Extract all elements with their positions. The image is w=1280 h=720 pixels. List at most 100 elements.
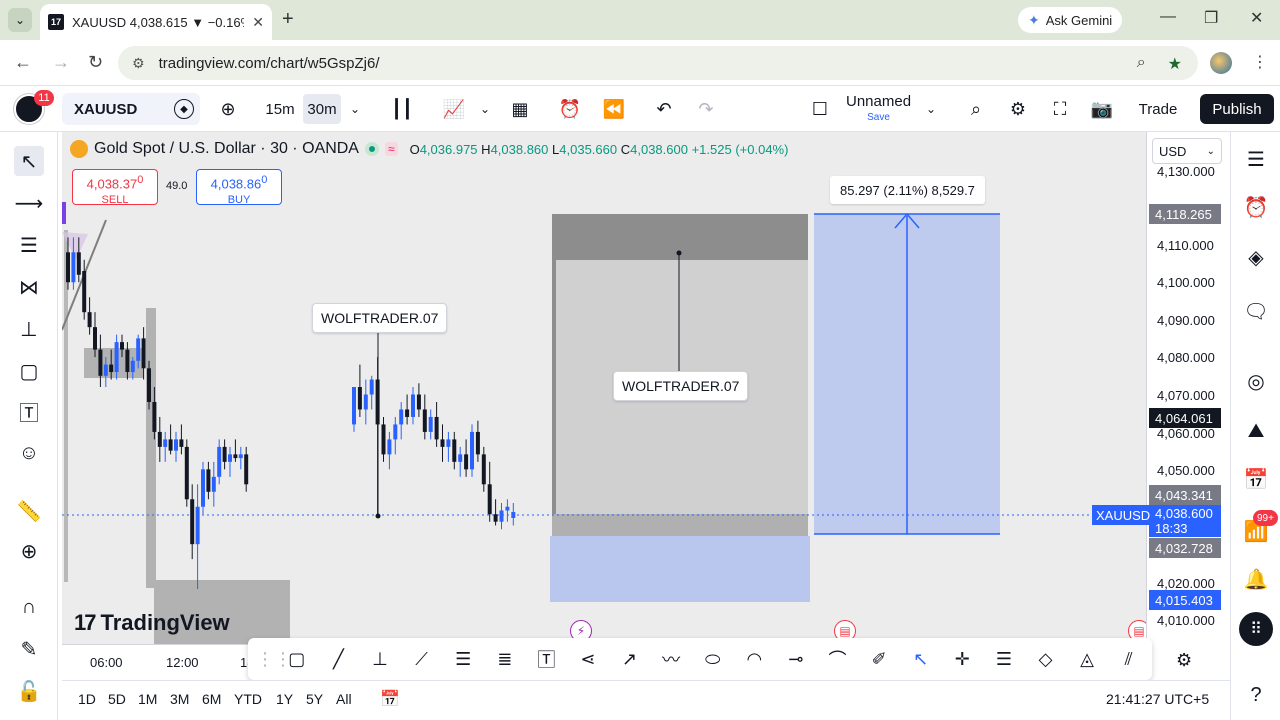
browser-tab[interactable]: 17 XAUUSD 4,038.615 ▼ −0.16% U ✕ (40, 4, 272, 40)
ideas-icon[interactable]: ⛰ (1241, 416, 1271, 446)
bookmark-star-icon[interactable]: ★ (1168, 54, 1182, 74)
utc-clock[interactable]: 21:41:27 UTC+5 (1106, 691, 1209, 707)
arrow-tool-icon[interactable]: ↗ (609, 649, 651, 670)
pattern-tool-icon[interactable]: ⋈ (14, 272, 44, 302)
range-6m[interactable]: 6M (202, 691, 221, 707)
site-info-icon[interactable]: ⚙ (132, 55, 145, 72)
range-ytd[interactable]: YTD (234, 691, 262, 707)
publish-button[interactable]: Publish (1200, 94, 1274, 124)
shapes-tool-icon[interactable]: ▢ (14, 356, 44, 386)
segment-tool-icon[interactable]: ⊸ (775, 649, 817, 670)
layout-box-icon[interactable]: ☐ (806, 94, 834, 124)
ellipse-tool-icon[interactable]: ⬭ (692, 649, 734, 670)
undo-icon[interactable]: ↶ (650, 94, 678, 124)
lock-pencil-icon[interactable]: ✎ (14, 634, 44, 664)
close-window-icon[interactable]: ✕ (1250, 8, 1263, 28)
polygon-tool-icon[interactable]: ◇ (1025, 649, 1067, 670)
camera-icon[interactable]: 📷 (1088, 94, 1116, 124)
compare-add-icon[interactable]: ⊕ (214, 94, 242, 124)
trend-line-tool-icon[interactable]: ⟶ (14, 188, 44, 218)
reload-icon[interactable]: ↻ (88, 52, 103, 73)
object-tree-layers-icon[interactable]: ◈ (1241, 242, 1271, 272)
close-tab-icon[interactable]: ✕ (252, 14, 264, 31)
text-annotation-2[interactable]: WOLFTRADER.07 (613, 371, 749, 401)
restore-icon[interactable]: ❐ (1204, 8, 1218, 28)
zoom-icon[interactable]: ⌕ (1137, 54, 1146, 74)
brush-tool-icon[interactable]: ✐ (858, 649, 900, 670)
zoom-in-icon[interactable]: ⊕ (14, 536, 44, 566)
price-label-tool-icon[interactable]: ≣ (484, 649, 526, 670)
sell-button[interactable]: 4,038.370 SELL (72, 169, 158, 206)
range-5d[interactable]: 5D (108, 691, 126, 707)
minimize-icon[interactable]: — (1160, 8, 1176, 26)
arc-tool-icon[interactable]: ⌒ (817, 646, 859, 672)
redo-icon[interactable]: ↷ (692, 94, 720, 124)
url-field[interactable]: ⚙ tradingview.com/chart/w5GspZj6/ ⌕ ★ (118, 46, 1198, 80)
buy-button[interactable]: 4,038.860 BUY (196, 169, 282, 206)
cursor-tool-icon[interactable]: ↖ (14, 146, 44, 176)
ruler-measure-icon[interactable]: 📏 (14, 496, 44, 526)
fib-tool-icon[interactable]: ☰ (14, 230, 44, 260)
notifications-bell-icon[interactable]: 🔔 (1241, 564, 1271, 594)
tab-search-button[interactable]: ⌄ (8, 8, 32, 32)
calendar-icon[interactable]: 📅 (1241, 464, 1271, 494)
interval-dropdown-icon[interactable]: ⌄ (346, 94, 364, 124)
fullscreen-icon[interactable]: ⛶ (1046, 94, 1074, 124)
symbol-info-icon[interactable]: ◆ (174, 99, 194, 119)
price-axis[interactable]: 4,130.000 4,110.000 4,100.000 4,090.000 … (1146, 132, 1230, 644)
price-range-tool-icon[interactable]: ⊥ (359, 649, 401, 670)
price-chart[interactable] (62, 132, 1146, 644)
crosshair-tool-icon[interactable]: ✛ (942, 649, 984, 670)
screener-dial-icon[interactable]: ◎ (1241, 366, 1271, 396)
trade-button[interactable]: Trade (1126, 94, 1190, 124)
indicators-icon[interactable]: 📈 (440, 94, 468, 124)
fan-tool-icon[interactable]: ⋖ (567, 649, 609, 670)
triangle-tool-icon[interactable]: ◬ (1066, 649, 1108, 670)
layout-name[interactable]: Unnamed Save (846, 94, 911, 126)
path-tool-icon[interactable]: 〰 (650, 646, 692, 672)
range-all[interactable]: All (336, 691, 352, 707)
fib-lines-tool-icon[interactable]: ☰ (983, 649, 1025, 670)
ask-gemini-button[interactable]: ✦ Ask Gemini (1018, 7, 1123, 33)
text-tool-icon[interactable]: 🅃 (14, 396, 44, 426)
range-1d[interactable]: 1D (78, 691, 96, 707)
range-5y[interactable]: 5Y (306, 691, 323, 707)
alert-clock-icon[interactable]: ⏰ (556, 94, 584, 124)
symbol-search[interactable]: XAUUSD ◆ (62, 93, 200, 125)
indicators-dropdown-icon[interactable]: ⌄ (476, 94, 494, 124)
forward-arrow-icon[interactable]: → (52, 52, 70, 73)
settings-gear-icon[interactable]: ⚙ (1004, 94, 1032, 124)
layout-grid-icon[interactable]: ▦ (506, 94, 534, 124)
lock-drawings-icon[interactable]: 🔓 (14, 676, 44, 706)
projection-tool-icon[interactable]: ⊥ (14, 314, 44, 344)
interval-15m[interactable]: 15m (262, 94, 298, 124)
apps-grid-icon[interactable]: ⠿ (1239, 612, 1273, 646)
channel-tool-icon[interactable]: ⫽ (1108, 649, 1150, 670)
line-tool-icon[interactable]: ╱ (318, 649, 360, 670)
ray-tool-icon[interactable]: ⟋ (401, 649, 443, 670)
back-arrow-icon[interactable]: ← (14, 52, 32, 73)
watchlist-icon[interactable]: ☰ (1241, 144, 1271, 174)
magnet-icon[interactable]: ∩ (14, 592, 44, 622)
interval-30m[interactable]: 30m (303, 94, 341, 124)
profile-avatar[interactable] (1210, 52, 1232, 74)
replay-icon[interactable]: ⏪ (600, 94, 628, 124)
range-1m[interactable]: 1M (138, 691, 157, 707)
text-annotation-1[interactable]: WOLFTRADER.07 (312, 303, 448, 333)
alerts-clock-icon[interactable]: ⏰ (1241, 192, 1271, 222)
currency-select[interactable]: USD ⌄ (1152, 138, 1222, 164)
range-1y[interactable]: 1Y (276, 691, 293, 707)
curve-tool-icon[interactable]: ◠ (734, 649, 776, 670)
range-3m[interactable]: 3M (170, 691, 189, 707)
horizontal-lines-tool-icon[interactable]: ☰ (442, 649, 484, 670)
help-icon[interactable]: ? (1241, 680, 1271, 710)
quick-search-icon[interactable]: ⌕ (962, 94, 990, 124)
emoji-tool-icon[interactable]: ☺ (14, 438, 44, 468)
layout-dropdown-icon[interactable]: ⌄ (922, 94, 940, 124)
browser-menu-icon[interactable]: ⋮ (1252, 52, 1268, 72)
goto-date-icon[interactable]: 📅 (380, 689, 400, 709)
cursor-select-icon[interactable]: ↖ (900, 649, 942, 670)
text-box-tool-icon[interactable]: 🅃 (526, 646, 568, 672)
drag-handle-icon[interactable]: ⋮⋮ (256, 649, 292, 670)
chart-settings-gear-icon[interactable]: ⚙ (1176, 650, 1192, 671)
